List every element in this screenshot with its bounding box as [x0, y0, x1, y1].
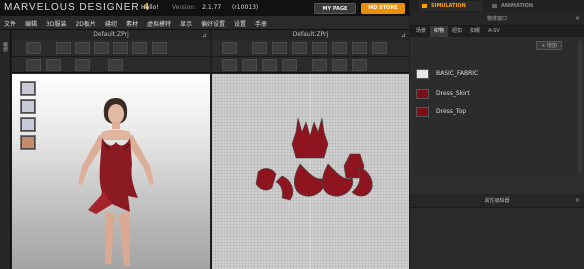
2d-viewport: Default.ZPrj ⊿	[212, 30, 409, 269]
object-browser-tabs: 场景 织物 纽扣 扣眼 A-SV	[410, 26, 584, 37]
3d-viewport: Default.ZPrj ⊿	[12, 30, 210, 269]
2d-toolbar-row-2	[212, 57, 409, 73]
fabric-name: Dress_Skirt	[436, 90, 470, 97]
mode-tabs: SIMULATION ANIMATION	[409, 0, 584, 12]
menu-preferences[interactable]: 偏好设置	[201, 19, 225, 28]
tuck-icon[interactable]	[282, 59, 297, 71]
add-point-icon[interactable]	[312, 42, 327, 54]
pin-tool-icon[interactable]	[113, 42, 128, 54]
property-editor-body	[410, 208, 584, 269]
3d-toolbar-row-2	[12, 57, 210, 73]
avatar-strip-label[interactable]: 模特	[2, 42, 9, 52]
fabric-swatch	[416, 69, 429, 79]
menu-manual[interactable]: 手册	[255, 19, 267, 28]
version-readout: Version: 2.1.77	[172, 4, 222, 11]
avatar-in-dress	[78, 98, 154, 266]
fold-icon[interactable]	[132, 42, 147, 54]
fabric-swatch	[416, 89, 429, 99]
my-page-button[interactable]: MY PAGE	[314, 3, 356, 14]
marvelous-designer-window: MARVELOUS DESIGNER 4 Hello! Version: 2.1.…	[0, 0, 584, 269]
rectangle-icon[interactable]	[352, 42, 367, 54]
add-fabric-button[interactable]: + 增加	[536, 41, 562, 50]
rotate-icon[interactable]	[222, 42, 237, 54]
tab-asv[interactable]: A-SV	[484, 26, 504, 37]
fabric-list: + 增加 BASIC_FABRIC Dress_Skirt Dress_Top	[410, 37, 584, 179]
screenshot-icon[interactable]	[108, 59, 123, 71]
tab-scene[interactable]: 场景	[412, 26, 430, 37]
menu-3d-garment[interactable]: 3D服装	[46, 19, 66, 28]
2d-toolbar-row-1	[212, 40, 409, 57]
polygon-icon[interactable]	[332, 42, 347, 54]
menu-bar: 文件 编辑 3D服装 2D板片 缝纫 素材 虚拟模特 显示 偏好设置 设置 手册	[0, 17, 409, 30]
animation-icon	[492, 4, 497, 8]
3d-toolbar-row-1	[12, 40, 210, 57]
menu-avatar[interactable]: 虚拟模特	[147, 19, 171, 28]
menu-settings[interactable]: 设置	[234, 19, 246, 28]
tab-animation[interactable]: ANIMATION	[489, 1, 551, 11]
garment-icon[interactable]	[75, 42, 90, 54]
2d-pattern-canvas[interactable]	[212, 74, 409, 269]
list-item[interactable]: Dress_Skirt	[416, 89, 576, 101]
fabric-list-scrollbar[interactable]	[578, 41, 582, 173]
tab-simulation[interactable]: SIMULATION	[419, 1, 483, 11]
fold-arrange-icon[interactable]	[312, 59, 327, 71]
menu-display[interactable]: 显示	[180, 19, 192, 28]
sewing-edit-icon[interactable]	[262, 59, 277, 71]
greeting-text: Hello!	[141, 4, 159, 11]
object-browser-panel: 物体窗口 × 场景 织物 纽扣 扣眼 A-SV + 增加 BASIC_FABRIC…	[410, 12, 584, 269]
object-browser-header: 物体窗口 ×	[410, 12, 584, 26]
tab-button[interactable]: 纽扣	[448, 26, 466, 37]
left-side-strip: 模特	[0, 30, 11, 269]
tack-icon[interactable]	[94, 42, 109, 54]
property-editor-header: 属性编辑器 ×	[410, 194, 584, 208]
fabric-swatch	[416, 107, 429, 117]
list-item[interactable]: BASIC_FABRIC	[416, 69, 576, 81]
edit-point-icon[interactable]	[272, 42, 287, 54]
3d-canvas[interactable]	[12, 74, 210, 269]
menu-2d-pattern[interactable]: 2D板片	[75, 19, 95, 28]
menu-materials[interactable]: 素材	[126, 19, 138, 28]
simulation-icon	[422, 4, 427, 8]
pattern-pieces	[255, 74, 373, 269]
segment-sewing-icon[interactable]	[222, 59, 237, 71]
pattern-select-icon[interactable]	[352, 59, 367, 71]
menu-file[interactable]: 文件	[4, 19, 16, 28]
menu-sewing[interactable]: 缝纫	[105, 19, 117, 28]
edit-pattern-icon[interactable]	[252, 42, 267, 54]
select-move-icon[interactable]	[26, 42, 41, 54]
transform-icon[interactable]	[56, 42, 71, 54]
texture-edit-icon[interactable]	[26, 59, 41, 71]
close-icon[interactable]: ×	[575, 12, 580, 26]
list-item[interactable]: Dress_Top	[416, 107, 576, 119]
menu-edit[interactable]: 编辑	[25, 19, 37, 28]
measure-icon[interactable]	[152, 42, 167, 54]
fabric-name: BASIC_FABRIC	[436, 70, 479, 77]
md-store-button[interactable]: MD STORE	[361, 3, 405, 14]
build-number: (r10013)	[232, 4, 259, 11]
2d-viewport-title: Default.ZPrj ⊿	[212, 30, 409, 40]
3d-viewport-title: Default.ZPrj ⊿	[12, 30, 210, 40]
grid-icon[interactable]	[46, 59, 61, 71]
app-logo: MARVELOUS DESIGNER 4	[4, 2, 150, 13]
circle-icon[interactable]	[372, 42, 387, 54]
curve-point-icon[interactable]	[292, 42, 307, 54]
free-sewing-icon[interactable]	[242, 59, 257, 71]
graphic-icon[interactable]	[75, 59, 90, 71]
tab-buttonhole[interactable]: 扣眼	[466, 26, 484, 37]
fabric-name: Dress_Top	[436, 108, 467, 115]
tab-fabric[interactable]: 织物	[430, 26, 449, 37]
close-icon[interactable]: ×	[575, 194, 580, 208]
checker-icon[interactable]	[332, 59, 347, 71]
